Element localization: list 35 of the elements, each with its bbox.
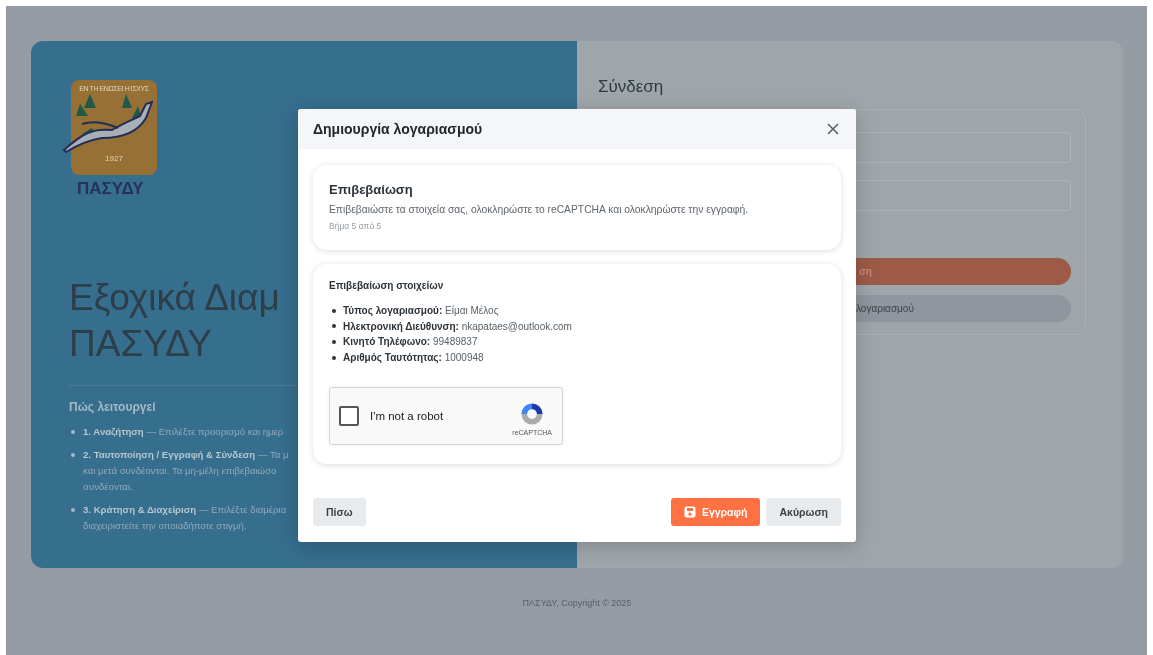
headline: Εξοχικά Διαμ xyxy=(69,276,280,320)
summary-item: Κινητό Τηλέφωνο: 99489837 xyxy=(343,336,478,348)
logo-name: ΠΑΣΥΔΥ xyxy=(77,179,144,199)
summary-item: Αριθμός Ταυτότητας: 1000948 xyxy=(343,352,484,364)
bullet-icon xyxy=(332,340,336,344)
back-button[interactable]: Πίσω xyxy=(313,498,366,526)
step-text: 2. Ταυτοποίηση / Εγγραφή & Σύνδεση — Τα μ xyxy=(83,448,289,462)
bullet-icon xyxy=(71,430,75,434)
step-text: και μετά συνδέονται. Τα μη-μέλη επιβεβαιώσο xyxy=(83,464,277,478)
bullet-icon xyxy=(71,453,75,457)
section-title: Πώς λειτουργεί xyxy=(69,400,157,414)
headline: ΠΑΣΥΔΥ xyxy=(69,322,212,366)
summary-title: Επιβεβαίωση στοιχείων xyxy=(329,280,445,291)
close-icon[interactable] xyxy=(827,123,839,135)
step-title: Επιβεβαίωση xyxy=(329,182,414,197)
captcha-checkbox[interactable] xyxy=(339,406,359,427)
bullet-icon xyxy=(332,355,336,360)
bullet-icon xyxy=(332,308,336,313)
dove-icon xyxy=(61,94,153,154)
cancel-button[interactable]: Ακύρωση xyxy=(766,498,841,526)
logo-year: 1927 xyxy=(105,154,123,163)
captcha-label: I'm not a robot xyxy=(370,410,445,423)
step-text: συνδέονται. xyxy=(83,480,133,494)
dialog-title: Δημιουργία λογαριασμού xyxy=(313,121,483,137)
bullet-icon xyxy=(332,324,336,329)
login-title: Σύνδεση xyxy=(598,77,665,97)
save-icon xyxy=(683,506,696,518)
summary-item: Τύπος λογαριασμού: Είμαι Μέλος xyxy=(343,305,499,317)
step-text: διαχειριστείτε την οποιαδήποτε στιγμή. xyxy=(83,519,247,533)
bullet-icon xyxy=(71,508,75,512)
step-text: 1. Αναζήτηση — Επιλέξτε προορισμό και ημερ xyxy=(83,425,284,439)
step-counter: Βήμα 5 από 5 xyxy=(329,221,383,231)
step-text: 3. Κράτηση & Διαχείριση — Επιλέξτε διαμέρια xyxy=(83,503,287,517)
summary-item: Ηλεκτρονική Διεύθυνση: nkapataes@outlook.com xyxy=(343,320,572,332)
step-description: Επιβεβαιώστε τα στοιχεία σας, ολοκληρώστε το reCAPTCHA και ολοκληρώστε την εγγραφή. xyxy=(329,204,750,215)
